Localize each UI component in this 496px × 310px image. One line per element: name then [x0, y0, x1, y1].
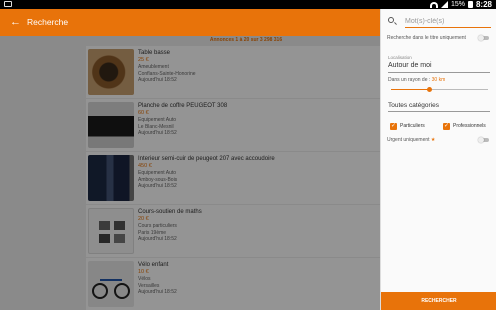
radius-slider-handle[interactable] — [427, 87, 433, 92]
clock: 8:28 — [475, 0, 492, 9]
urgent-row[interactable]: Urgent uniquement ★ — [387, 136, 491, 145]
location-label: Localisation — [388, 55, 412, 60]
radius-text: Dans un rayon de : — [388, 77, 431, 83]
page-title: Recherche — [27, 17, 69, 27]
category-select[interactable]: Toutes catégories — [388, 101, 490, 112]
radius-label: Dans un rayon de : 30 km — [388, 77, 445, 83]
filter-drawer: Recherche dans le titre uniquement Local… — [380, 9, 496, 310]
particuliers-checkbox[interactable]: ✓ — [390, 122, 397, 130]
status-bar: 15% 8:28 — [0, 0, 496, 9]
drawer-scrim[interactable] — [0, 36, 380, 310]
title-only-row[interactable]: Recherche dans le titre uniquement — [387, 34, 491, 43]
back-arrow-icon[interactable]: ← — [10, 16, 21, 28]
radius-slider[interactable] — [391, 87, 488, 93]
particuliers-option[interactable]: ✓ Particuliers — [390, 122, 425, 130]
title-only-toggle[interactable] — [478, 34, 489, 41]
urgent-label: Urgent uniquement — [387, 137, 430, 143]
star-icon: ★ — [430, 137, 436, 143]
professionnels-option[interactable]: ✓ Professionnels — [443, 122, 486, 130]
urgent-toggle[interactable] — [478, 136, 489, 143]
search-input[interactable] — [405, 15, 491, 28]
wifi-icon — [429, 1, 438, 8]
battery-percent: 15% — [450, 1, 465, 8]
search-button[interactable]: RECHERCHER — [381, 292, 496, 310]
search-icon — [388, 17, 394, 23]
particuliers-label: Particuliers — [400, 123, 425, 129]
professionnels-label: Professionnels — [453, 123, 486, 129]
location-field[interactable]: Autour de moi — [388, 61, 490, 73]
radius-value: 30 km — [431, 77, 446, 83]
title-only-label: Recherche dans le titre uniquement — [387, 35, 466, 41]
battery-icon — [467, 1, 473, 8]
notification-icon — [4, 1, 12, 7]
professionnels-checkbox[interactable]: ✓ — [443, 122, 450, 130]
signal-icon — [440, 1, 448, 8]
